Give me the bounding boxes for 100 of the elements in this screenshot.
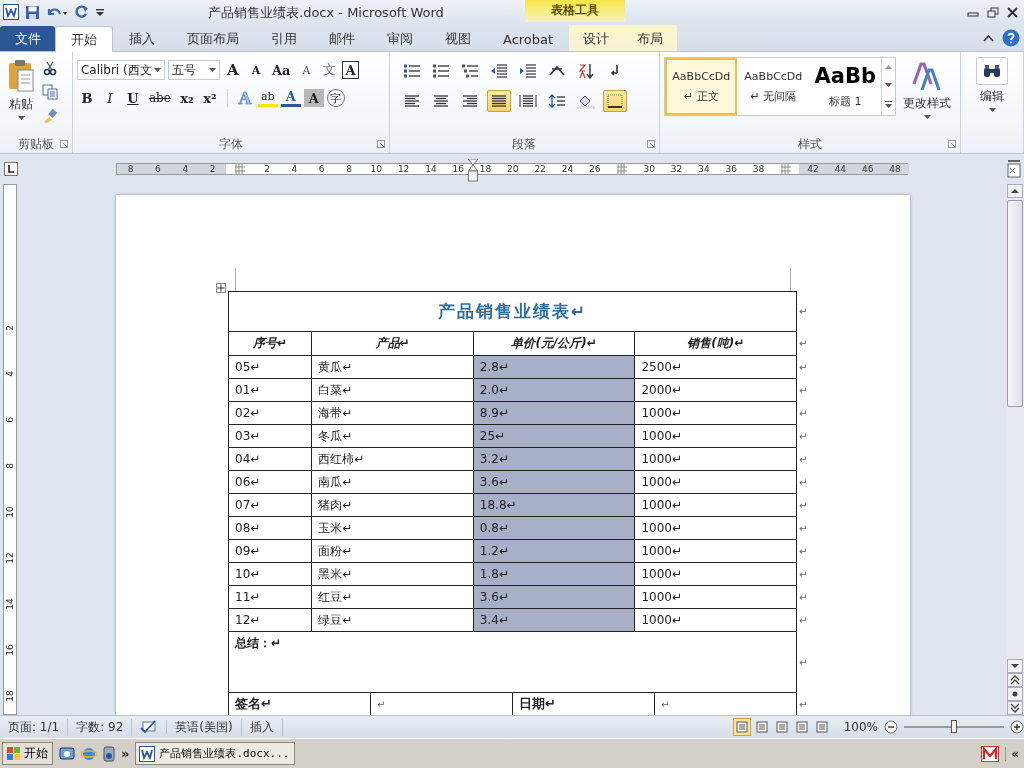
browse-object-icon[interactable] <box>1007 687 1023 701</box>
zoom-level-text[interactable]: 100% <box>831 720 884 734</box>
help-icon[interactable] <box>1002 28 1020 47</box>
font-format-button[interactable]: A <box>245 60 266 80</box>
table-move-handle-icon[interactable] <box>216 283 226 293</box>
font-format-button[interactable]: A <box>342 61 359 79</box>
scroll-down-icon[interactable] <box>1007 659 1023 673</box>
next-page-icon[interactable] <box>1007 701 1023 715</box>
row-end-mark: ↵ <box>796 291 810 332</box>
close-icon[interactable] <box>1007 6 1018 18</box>
font-effect-button[interactable]: A <box>280 89 301 107</box>
table-cell: 2.8↵ <box>473 355 635 379</box>
row-end-mark: ↵ <box>796 447 810 471</box>
border-grid-icon[interactable] <box>602 90 627 112</box>
font-format-button[interactable]: x₂ <box>176 88 197 108</box>
font-format-button[interactable]: Aa <box>268 60 294 80</box>
change-styles-button[interactable]: 更改样式 <box>900 57 955 135</box>
ruler-number: 8 <box>117 164 145 174</box>
indent-marker-icon[interactable] <box>468 159 478 183</box>
language-text[interactable]: 英语(美国) <box>167 718 242 736</box>
ribbon-tab[interactable]: 插入 <box>113 26 171 51</box>
font-format-button[interactable]: B <box>76 88 97 108</box>
scrollbar-thumb[interactable] <box>1007 200 1023 407</box>
ruler-number: 34 <box>697 164 711 174</box>
insert-mode-text[interactable]: 插入 <box>241 718 283 736</box>
font-format-button[interactable]: 文 <box>319 60 340 80</box>
table-cell: 3.2↵ <box>473 447 635 471</box>
table-cell: 05↵ <box>228 355 312 379</box>
ribbon-tab[interactable]: 邮件 <box>313 26 371 51</box>
ruler-number: 18 <box>4 690 16 702</box>
collapse-ribbon-icon[interactable] <box>983 33 994 42</box>
more-styles-icon[interactable] <box>885 101 893 108</box>
save-icon[interactable] <box>25 4 40 20</box>
ruler-number: 6 <box>317 164 326 174</box>
table-cell: 07↵ <box>228 493 312 517</box>
font-size-field[interactable]: 五号 <box>167 60 220 80</box>
more-button[interactable]: » <box>121 746 130 761</box>
customize-menu-icon[interactable] <box>95 6 105 18</box>
media-icon[interactable] <box>103 745 115 762</box>
editing-button[interactable]: 编辑 <box>967 56 1017 113</box>
restore-icon[interactable] <box>987 6 999 18</box>
ribbon-tab[interactable]: 开始 <box>55 26 113 52</box>
font-format-button[interactable]: x² <box>199 88 220 108</box>
scissors-icon[interactable] <box>42 60 58 76</box>
ribbon-tab[interactable]: 布局 <box>623 25 678 51</box>
page-count-text[interactable]: 页面: 1/1 <box>0 718 69 736</box>
font-format-button[interactable]: I <box>99 88 120 108</box>
tray-app-icon[interactable] <box>981 745 1000 762</box>
table-cell: 02↵ <box>228 401 312 425</box>
tray-toggle-button[interactable]: « <box>1005 746 1024 761</box>
paste-button[interactable]: 粘贴 <box>4 56 38 135</box>
table-cell: 8.9↵ <box>473 401 635 425</box>
scroll-down-icon[interactable] <box>885 83 893 87</box>
row-end-mark: ↵ <box>796 608 810 632</box>
file-tab[interactable]: 文件 <box>0 26 55 51</box>
word-count-text[interactable]: 字数: 92 <box>68 718 133 736</box>
style-item[interactable]: AaBbCcDd ↵ 正文 <box>665 58 738 115</box>
font-name-field[interactable]: Calibri (西文 <box>76 60 165 80</box>
taskbar-window-button[interactable]: 产品销售业绩表.docx... <box>135 742 296 765</box>
zoom-slider-thumb[interactable] <box>951 720 957 733</box>
row-end-mark: ↵ <box>796 424 810 448</box>
font-format-button[interactable]: U <box>122 88 143 108</box>
zoom-in-icon[interactable] <box>1010 720 1024 734</box>
zoom-out-icon[interactable] <box>884 720 898 734</box>
view-mode-icon[interactable] <box>732 718 751 736</box>
group-label: 剪贴板 <box>17 135 54 153</box>
dialog-launcher-icon[interactable] <box>647 140 656 148</box>
dialog-launcher-icon[interactable] <box>948 140 957 148</box>
ribbon-tab[interactable]: 视图 <box>429 26 487 51</box>
format-brush-icon[interactable] <box>42 108 58 124</box>
table-cell: 03↵ <box>228 424 312 448</box>
scroll-up-icon[interactable] <box>1007 184 1023 198</box>
desktop-icon[interactable] <box>59 745 75 762</box>
view-ruler-icon[interactable] <box>1007 160 1021 178</box>
table-cell: 玉米↵ <box>311 516 474 540</box>
font-format-button[interactable]: A <box>222 60 243 80</box>
ribbon-tab[interactable]: 设计 <box>569 25 624 51</box>
table-cell: 1000↵ <box>634 585 797 609</box>
previous-page-icon[interactable] <box>1007 673 1023 687</box>
ribbon-tab[interactable]: 引用 <box>255 26 313 51</box>
start-button[interactable]: 开始 <box>2 742 53 765</box>
redo-icon[interactable] <box>74 4 89 20</box>
table-cell: 1000↵ <box>634 516 797 540</box>
ribbon-tab[interactable]: 审阅 <box>371 26 429 51</box>
font-effect-button[interactable]: ab <box>257 89 278 107</box>
style-item[interactable]: AaBb 标题 1 <box>809 58 882 115</box>
table-cell: 11↵ <box>228 585 312 609</box>
ribbon-tab[interactable]: Acrobat <box>487 26 570 51</box>
ruler-number: 8 <box>4 463 16 469</box>
dialog-launcher-icon[interactable] <box>59 140 68 148</box>
font-format-button[interactable]: A <box>296 60 317 80</box>
ruler-number: 44 <box>826 164 854 174</box>
dialog-launcher-icon[interactable] <box>376 140 385 148</box>
copy-icon[interactable] <box>42 84 58 100</box>
style-item[interactable]: AaBbCcDd ↵ 无间隔 <box>737 58 810 115</box>
justify-icon[interactable] <box>486 90 511 112</box>
font-format-button[interactable]: abe <box>145 88 174 108</box>
font-effect-button[interactable]: A <box>303 89 324 107</box>
ribbon-tab[interactable]: 页面布局 <box>171 26 255 51</box>
table-cell: 黑米↵ <box>311 562 474 586</box>
